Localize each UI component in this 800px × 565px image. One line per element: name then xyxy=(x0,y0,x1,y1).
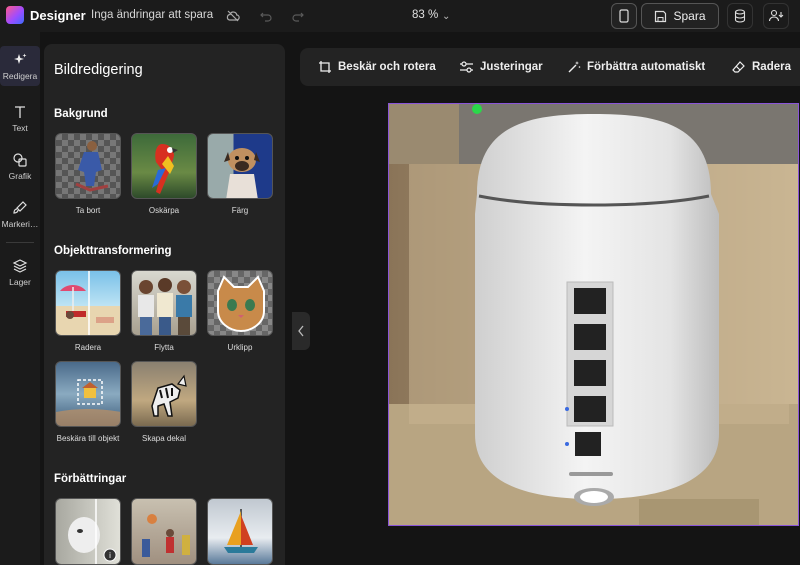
save-button[interactable]: Spara xyxy=(641,3,719,29)
image-editing-panel: Bildredigering Bakgrund Ta bort Oskärpa … xyxy=(44,44,285,565)
erase-button[interactable]: Radera xyxy=(732,60,791,74)
thumb-label: Urklipp xyxy=(227,343,253,352)
thumb-label: Färg xyxy=(231,206,249,215)
image-toolbar: Beskär och rotera Justeringar Förbättra … xyxy=(300,48,800,86)
erase-object-thumbnail[interactable] xyxy=(55,270,121,336)
blur-background-thumbnail[interactable] xyxy=(131,133,197,199)
sparkle-icon xyxy=(14,53,27,64)
save-status: Inga ändringar att spara xyxy=(91,9,214,21)
chevron-down-icon[interactable]: ⌄ xyxy=(442,10,450,23)
crop-rotate-button[interactable]: Beskär och rotera xyxy=(318,60,436,74)
canvas-image[interactable] xyxy=(388,103,799,526)
section-title-forbattringar: Förbättringar xyxy=(54,473,127,485)
section-title-objekttransformering: Objekttransformering xyxy=(54,245,172,257)
color-background-thumbnail[interactable] xyxy=(207,133,273,199)
thumb-label: Beskära till objekt xyxy=(56,434,120,443)
auto-enhance-button[interactable]: Förbättra automatiskt xyxy=(567,60,705,74)
cutout-thumbnail[interactable] xyxy=(207,270,273,336)
thumb-label: Ta bort xyxy=(75,206,101,215)
text-icon xyxy=(15,106,25,118)
nav-divider xyxy=(6,242,34,243)
nav-item-redigera[interactable]: Redigera xyxy=(0,46,40,86)
nav-label: Markeri… xyxy=(1,219,39,229)
svg-text:i: i xyxy=(109,551,111,560)
nav-label: Grafik xyxy=(8,171,32,181)
phone-icon xyxy=(619,9,629,23)
sliders-icon xyxy=(460,61,473,73)
designer-logo[interactable] xyxy=(6,6,24,24)
side-navigation: Redigera Text Grafik Markeri… Lager xyxy=(0,32,40,565)
nav-label: Redigera xyxy=(2,71,38,81)
zoom-level[interactable]: 83 % xyxy=(412,9,438,21)
panel-title: Bildredigering xyxy=(54,62,143,78)
nav-label: Text xyxy=(12,123,28,133)
nav-item-markering[interactable]: Markeri… xyxy=(0,200,40,229)
crop-to-object-thumbnail[interactable] xyxy=(55,361,121,427)
save-button-label: Spara xyxy=(673,9,706,23)
thumb-label: Skapa dekal xyxy=(141,434,187,443)
thumb-label: Oskärpa xyxy=(148,206,180,215)
storage-button[interactable] xyxy=(727,3,753,29)
nav-item-text[interactable]: Text xyxy=(0,104,40,133)
nav-item-grafik[interactable]: Grafik xyxy=(0,152,40,181)
top-bar: Designer Inga ändringar att spara 83 % ⌄… xyxy=(0,0,800,32)
shapes-icon xyxy=(13,153,27,167)
magic-wand-icon xyxy=(568,61,581,73)
share-people-icon xyxy=(768,9,784,22)
layers-icon xyxy=(12,259,28,273)
crop-rotate-label: Beskär och rotera xyxy=(338,61,436,73)
create-sticker-thumbnail[interactable] xyxy=(131,361,197,427)
thumb-label: Radera xyxy=(74,343,102,352)
erase-label: Radera xyxy=(752,61,791,73)
page-view-button[interactable] xyxy=(611,3,637,29)
collapse-panel-button[interactable] xyxy=(292,312,310,350)
brush-icon xyxy=(13,201,27,214)
enhance-thumbnail-2[interactable] xyxy=(131,498,197,565)
thumb-label: Flytta xyxy=(154,343,174,352)
eraser-icon xyxy=(732,61,745,73)
section-title-bakgrund: Bakgrund xyxy=(54,108,108,120)
database-icon xyxy=(734,9,746,23)
adjustments-label: Justeringar xyxy=(480,61,543,73)
enhance-thumbnail-1[interactable]: i xyxy=(55,498,121,565)
chevron-left-icon xyxy=(298,325,304,337)
auto-enhance-label: Förbättra automatiskt xyxy=(587,61,706,73)
move-object-thumbnail[interactable] xyxy=(131,270,197,336)
share-button[interactable] xyxy=(763,3,789,29)
undo-icon[interactable] xyxy=(259,9,273,25)
adjustments-button[interactable]: Justeringar xyxy=(459,60,543,74)
nav-item-lager[interactable]: Lager xyxy=(0,258,40,287)
app-name: Designer xyxy=(30,8,86,23)
save-icon xyxy=(655,10,667,22)
remove-background-thumbnail[interactable] xyxy=(55,133,121,199)
cloud-off-icon xyxy=(226,9,240,25)
crop-icon xyxy=(319,61,331,73)
enhance-thumbnail-3[interactable] xyxy=(207,498,273,565)
redo-icon[interactable] xyxy=(291,9,305,25)
nav-label: Lager xyxy=(9,277,31,287)
